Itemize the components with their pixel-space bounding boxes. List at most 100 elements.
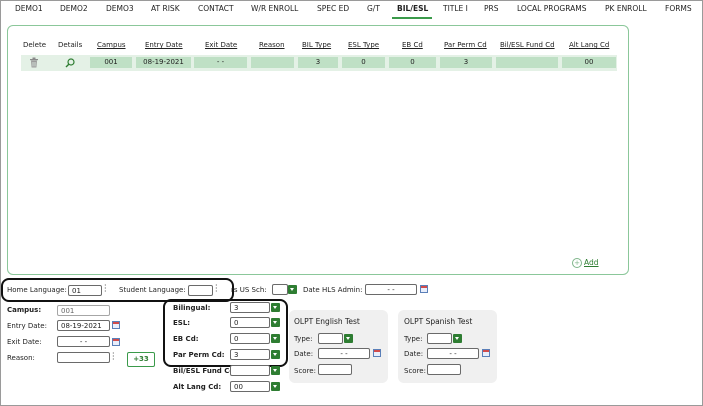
- cell-reason: [251, 57, 294, 68]
- col-header-par-perm-cd[interactable]: Par Perm Cd: [444, 41, 487, 49]
- tab-demo2[interactable]: DEMO2: [60, 4, 88, 13]
- chevron-down-icon[interactable]: [288, 285, 297, 294]
- reason-input[interactable]: [57, 352, 110, 363]
- bilingual-select[interactable]: 3: [230, 302, 270, 313]
- olpt-english-date-input[interactable]: - -: [318, 348, 370, 359]
- cell-alt-lang-cd: 00: [562, 57, 616, 68]
- home-language-label: Home Language:: [7, 286, 67, 294]
- olpt-spanish-type-label: Type:: [404, 335, 423, 343]
- home-language-input[interactable]: 01: [68, 285, 102, 296]
- add-label[interactable]: Add: [584, 258, 599, 267]
- campus-input: 001: [57, 305, 110, 316]
- fund-cd-label: Bil/ESL Fund Cd:: [173, 367, 238, 375]
- col-header-details: Details: [58, 41, 83, 49]
- esl-select[interactable]: 0: [230, 317, 270, 328]
- search-icon[interactable]: [65, 58, 76, 70]
- olpt-english-type-label: Type:: [294, 335, 313, 343]
- alt-lang-cd-label: Alt Lang Cd:: [173, 383, 222, 391]
- olpt-spanish-score-input[interactable]: [427, 364, 461, 375]
- cell-eb-cd: 0: [389, 57, 436, 68]
- col-header-esl-type[interactable]: ESL Type: [348, 41, 379, 49]
- col-header-bil-type[interactable]: BIL Type: [302, 41, 331, 49]
- tab-at-risk[interactable]: AT RISK: [151, 4, 180, 13]
- col-header-exit-date[interactable]: Exit Date: [205, 41, 237, 49]
- bilingual-label: Bilingual:: [173, 304, 211, 312]
- entry-date-input[interactable]: 08-19-2021: [57, 320, 110, 331]
- tab-spec-ed[interactable]: SPEC ED: [317, 4, 349, 13]
- col-header-alt-lang-cd[interactable]: Alt Lang Cd: [569, 41, 609, 49]
- tab-bar: DEMO1 DEMO2 DEMO3 AT RISK CONTACT W/R EN…: [1, 1, 702, 19]
- campus-label: Campus:: [7, 306, 42, 314]
- lookup-dots-icon[interactable]: · · ·: [104, 282, 107, 296]
- tab-forms[interactable]: FORMS: [665, 4, 692, 13]
- olpt-spanish-type-select[interactable]: [427, 333, 452, 344]
- entry-date-label: Entry Date:: [7, 322, 47, 330]
- par-perm-cd-label: Par Perm Cd:: [173, 351, 225, 359]
- tab-local-programs[interactable]: LOCAL PROGRAMS: [517, 4, 586, 13]
- tab-demo1[interactable]: DEMO1: [15, 4, 43, 13]
- cell-campus: 001: [90, 57, 132, 68]
- yrs-us-sch-label: rs US Sch:: [231, 286, 267, 294]
- calendar-icon[interactable]: [420, 285, 428, 293]
- olpt-english-score-label: Score:: [294, 367, 316, 375]
- col-header-reason[interactable]: Reason: [259, 41, 285, 49]
- date-hls-admin-input[interactable]: - -: [365, 284, 417, 295]
- chevron-down-icon[interactable]: [271, 334, 280, 343]
- fund-cd-select[interactable]: [230, 365, 270, 376]
- plus-33-button[interactable]: +33: [127, 352, 155, 367]
- tab-prs[interactable]: PRS: [484, 4, 499, 13]
- col-header-eb-cd[interactable]: EB Cd: [402, 41, 423, 49]
- olpt-spanish-date-input[interactable]: - -: [427, 348, 479, 359]
- col-header-delete: Delete: [23, 41, 46, 49]
- tab-contact[interactable]: CONTACT: [198, 4, 234, 13]
- student-language-label: Student Language:: [119, 286, 186, 294]
- tab-demo3[interactable]: DEMO3: [106, 4, 134, 13]
- tab-title-i[interactable]: TITLE I: [443, 4, 468, 13]
- trash-icon[interactable]: [29, 57, 39, 70]
- student-language-input[interactable]: [188, 285, 213, 296]
- chevron-down-icon[interactable]: [453, 334, 462, 343]
- eb-cd-select[interactable]: 0: [230, 333, 270, 344]
- chevron-down-icon[interactable]: [271, 318, 280, 327]
- exit-date-input[interactable]: - -: [57, 336, 110, 347]
- add-row-button[interactable]: + Add: [572, 258, 599, 268]
- reason-label: Reason:: [7, 354, 35, 362]
- chevron-down-icon[interactable]: [344, 334, 353, 343]
- chevron-down-icon[interactable]: [271, 366, 280, 375]
- olpt-spanish-date-label: Date:: [404, 350, 424, 358]
- cell-entry-date: 08-19-2021: [136, 57, 191, 68]
- tab-gt[interactable]: G/T: [367, 4, 380, 13]
- lookup-dots-icon[interactable]: · · ·: [112, 350, 115, 364]
- active-tab-indicator: [392, 17, 432, 19]
- tab-wr-enroll[interactable]: W/R ENROLL: [251, 4, 298, 13]
- cell-bil-type: 3: [298, 57, 338, 68]
- olpt-spanish-title: OLPT Spanish Test: [404, 317, 473, 326]
- col-header-campus[interactable]: Campus: [97, 41, 126, 49]
- olpt-english-score-input[interactable]: [318, 364, 352, 375]
- calendar-icon[interactable]: [373, 349, 381, 357]
- calendar-icon[interactable]: [112, 321, 120, 329]
- olpt-spanish-score-label: Score:: [404, 367, 426, 375]
- col-header-entry-date[interactable]: Entry Date: [145, 41, 183, 49]
- plus-icon: +: [572, 258, 582, 268]
- olpt-english-type-select[interactable]: [318, 333, 343, 344]
- cell-fund-cd: [496, 57, 558, 68]
- chevron-down-icon[interactable]: [271, 382, 280, 391]
- tab-pk-enroll[interactable]: PK ENROLL: [605, 4, 647, 13]
- exit-date-label: Exit Date:: [7, 338, 42, 346]
- tab-bil-esl[interactable]: BIL/ESL: [397, 4, 428, 13]
- par-perm-cd-select[interactable]: 3: [230, 349, 270, 360]
- chevron-down-icon[interactable]: [271, 350, 280, 359]
- calendar-icon[interactable]: [112, 338, 120, 346]
- cell-exit-date: - -: [194, 57, 247, 68]
- col-header-fund-cd[interactable]: Bil/ESL Fund Cd: [500, 41, 555, 49]
- esl-label: ESL:: [173, 319, 191, 327]
- lookup-dots-icon[interactable]: · · ·: [215, 282, 218, 296]
- alt-lang-cd-select[interactable]: 00: [230, 381, 270, 392]
- olpt-english-date-label: Date:: [294, 350, 314, 358]
- chevron-down-icon[interactable]: [271, 303, 280, 312]
- yrs-us-sch-select[interactable]: [272, 284, 288, 295]
- eb-cd-label: EB Cd:: [173, 335, 199, 343]
- olpt-english-title: OLPT English Test: [294, 317, 360, 326]
- calendar-icon[interactable]: [482, 349, 490, 357]
